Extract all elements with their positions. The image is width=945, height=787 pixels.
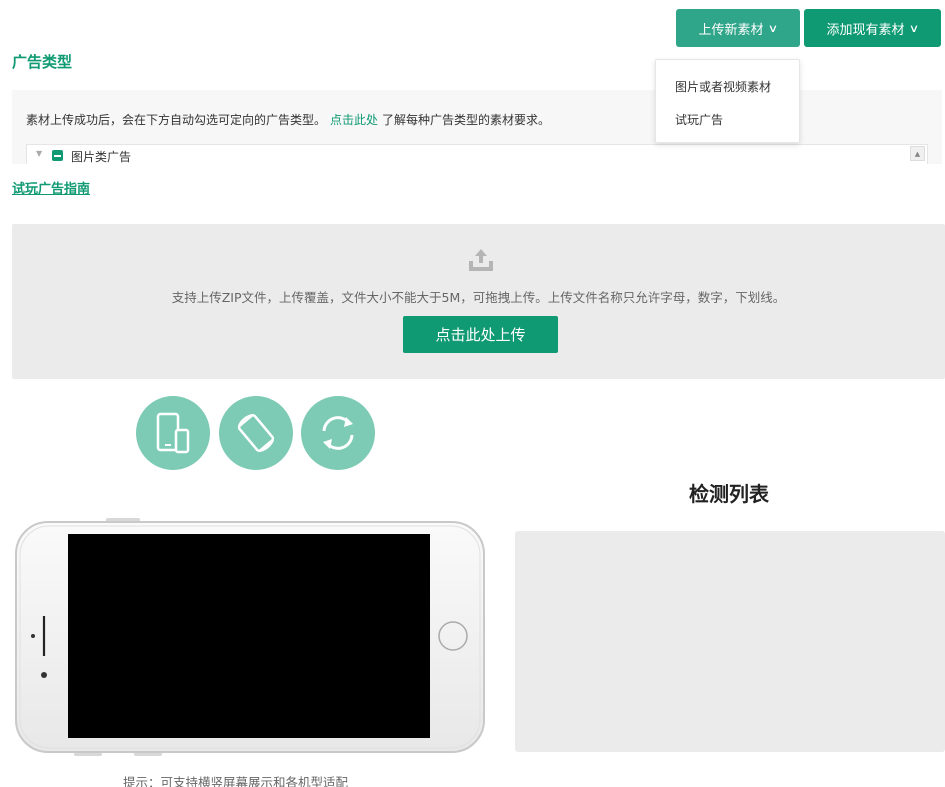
refresh-button[interactable] [301,396,375,470]
add-existing-material-label: 添加现有素材 [826,22,905,38]
checkbox-partial-icon[interactable] [52,150,63,161]
info-text-before: 素材上传成功后，会在下方自动勾选可定向的广告类型。 [26,113,327,127]
menu-item-image-or-video[interactable]: 图片或者视频素材 [675,78,771,95]
device-models-button[interactable] [136,396,210,470]
click-to-upload-button[interactable]: 点击此处上传 [403,316,558,353]
add-existing-material-button[interactable]: 添加现有素材 ∨ [804,9,941,47]
preview-tip-text: 提示：可支持横竖屏幕展示和各机型适配 [123,775,349,787]
check-list-title: 检测列表 [689,482,769,506]
ad-type-tree: ▼ 图片类广告 [26,144,928,164]
upload-dropdown-menu: 图片或者视频素材 试玩广告 [655,59,800,143]
rotate-screen-button[interactable] [219,396,293,470]
menu-item-playable-ad[interactable]: 试玩广告 [675,111,723,128]
upload-hint-text: 支持上传ZIP文件，上传覆盖，文件大小不能大于5M，可拖拽上传。上传文件名称只允… [171,290,786,305]
expand-caret-icon[interactable]: ▼ [36,149,42,158]
phone-preview-screen [68,534,430,738]
upload-new-material-button[interactable]: 上传新素材 ∨ [676,9,800,47]
refresh-icon [322,416,354,450]
chevron-down-icon: ∨ [909,21,920,35]
chevron-down-icon: ∨ [768,21,779,35]
ad-type-title: 广告类型 [12,53,73,71]
ad-type-info-text: 素材上传成功后，会在下方自动勾选可定向的广告类型。 点击此处 了解每种广告类型的素材… [26,111,550,128]
phone-tablet-icon [156,412,190,454]
info-text-after: 了解每种广告类型的素材要求。 [382,113,551,127]
upload-drop-zone[interactable]: 支持上传ZIP文件，上传覆盖，文件大小不能大于5M，可拖拽上传。上传文件名称只允… [12,224,945,379]
scroll-up-arrow-icon[interactable]: ▲ [910,146,925,161]
upload-icon [469,249,493,271]
info-click-here-link[interactable]: 点击此处 [330,113,378,127]
screen-rotate-icon [237,413,275,453]
check-list-panel [515,531,945,752]
playable-ad-guide-link[interactable]: 试玩广告指南 [12,178,90,197]
upload-new-material-label: 上传新素材 [698,22,764,38]
tree-item-image-ad[interactable]: 图片类广告 [71,148,131,165]
